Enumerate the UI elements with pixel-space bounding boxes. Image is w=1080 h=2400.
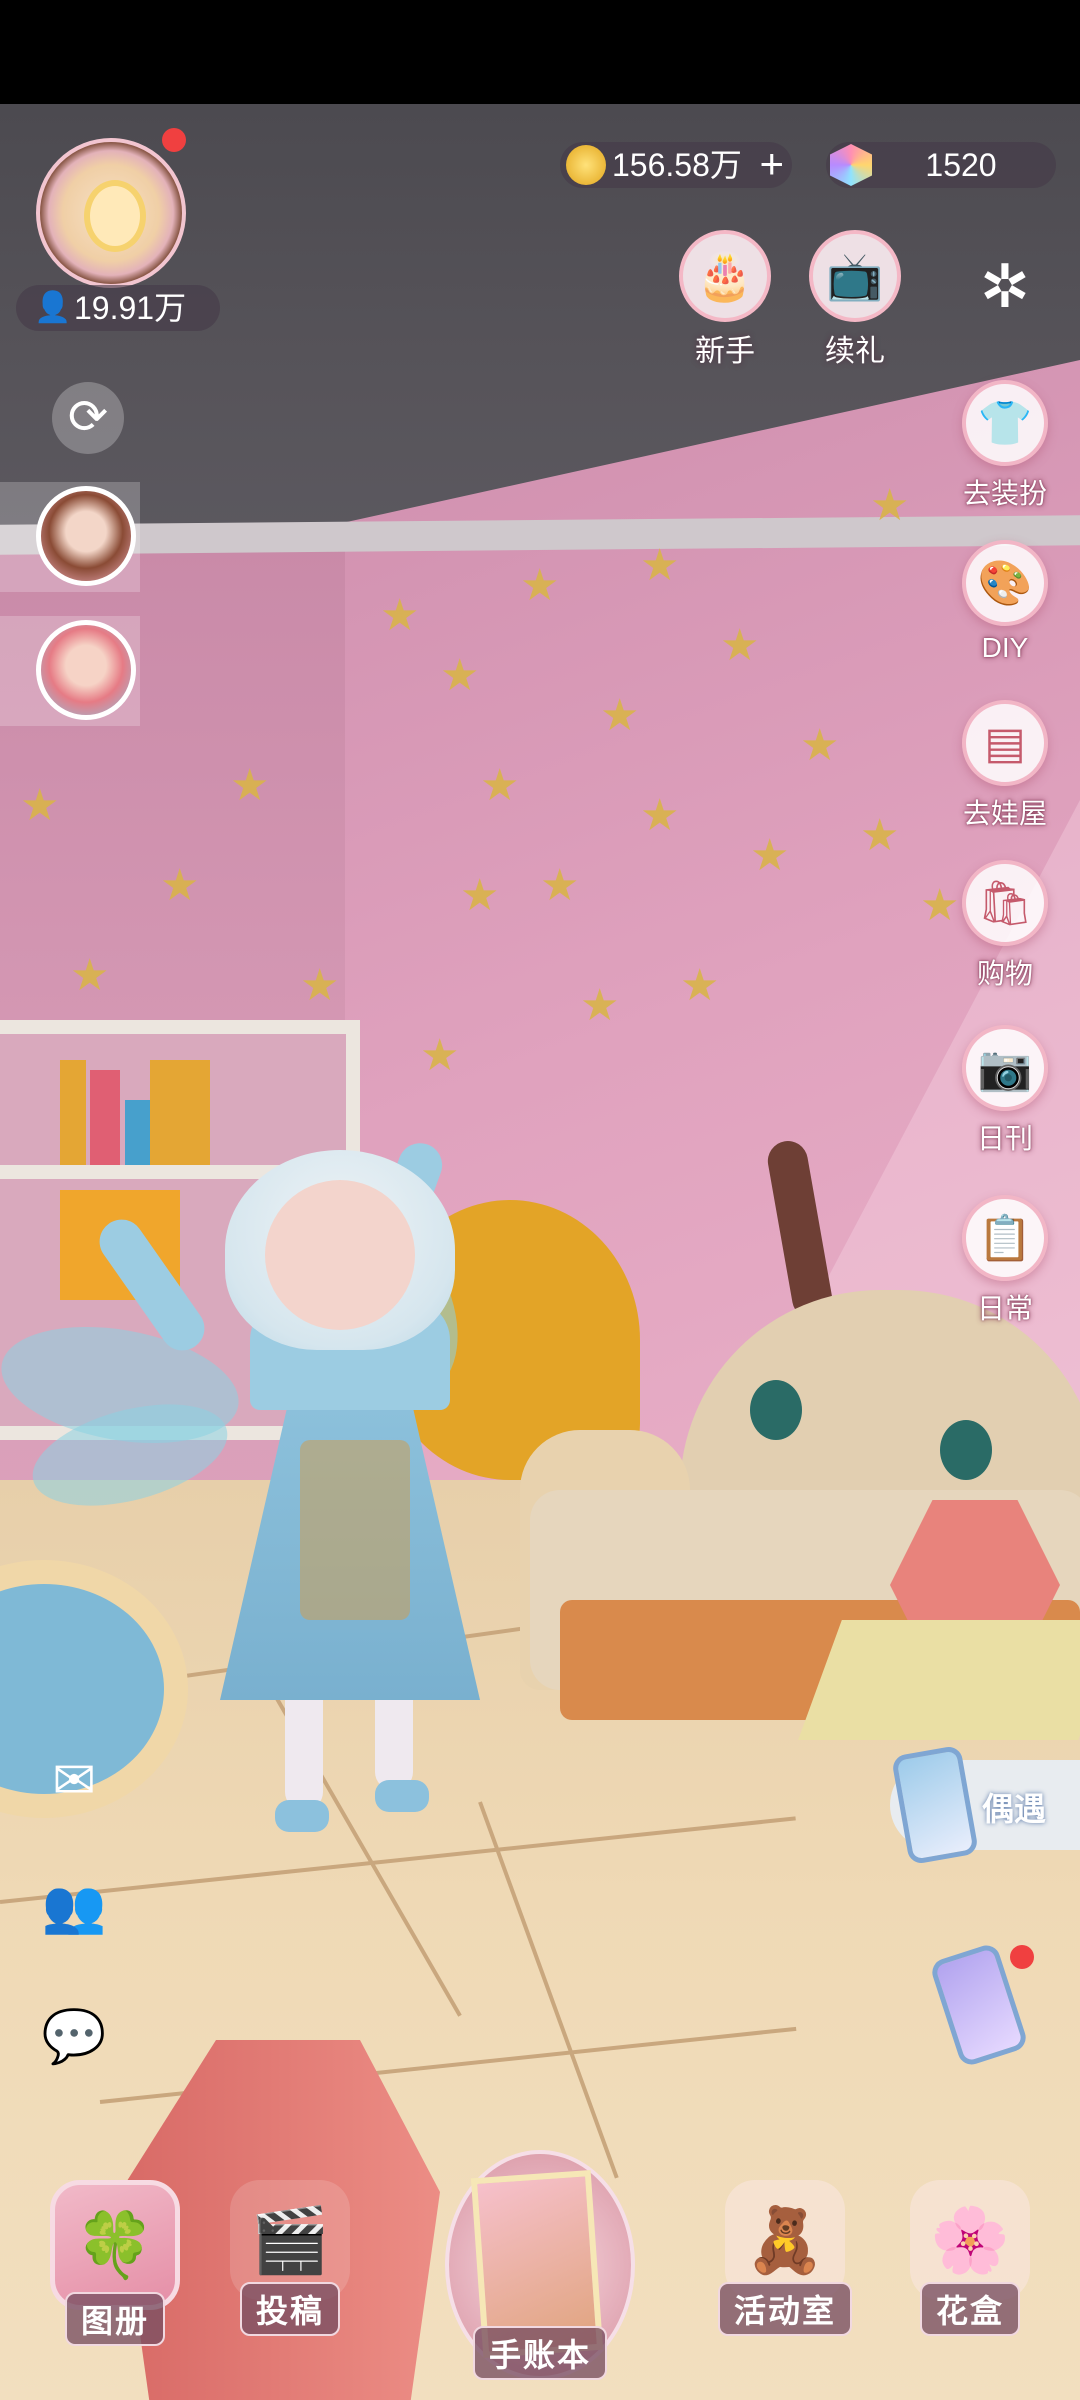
shopping-button[interactable]: 🛍 购物 bbox=[960, 860, 1050, 992]
activity-room-button[interactable]: 🧸 活动室 bbox=[710, 2180, 860, 2336]
wall-star: ★ bbox=[750, 831, 790, 880]
coin-icon bbox=[566, 145, 606, 185]
dress-up-button[interactable]: 👕 去装扮 bbox=[960, 380, 1050, 512]
cabinet-icon: ▤ bbox=[962, 700, 1048, 786]
flower-box-button[interactable]: 🌸 花盒 bbox=[895, 2180, 1045, 2336]
person-icon: 👤 bbox=[34, 291, 72, 324]
game-scene: ★ ★ ★ ★ ★ ★ ★ ★ ★ ★ ★ ★ ★ ★ ★ ★ ★ ★ ★ ★ … bbox=[0, 0, 1080, 2400]
coin-amount: 156.58万 bbox=[612, 147, 742, 183]
gem-amount: 1520 bbox=[925, 147, 997, 183]
character-shoe bbox=[375, 1780, 429, 1812]
mail-icon[interactable]: ✉ bbox=[38, 1745, 110, 1817]
wall-star: ★ bbox=[540, 861, 580, 910]
book bbox=[90, 1070, 120, 1165]
status-bar bbox=[0, 0, 1080, 104]
encounter-button[interactable]: 偶遇 bbox=[890, 1744, 1080, 1866]
diy-button[interactable]: 🎨 DIY bbox=[960, 540, 1050, 664]
wall-star: ★ bbox=[580, 981, 620, 1030]
submit-label: 投稿 bbox=[239, 2282, 340, 2336]
avatar-notification-dot bbox=[162, 128, 186, 152]
dress-embroidery bbox=[300, 1440, 410, 1620]
wall-star: ★ bbox=[420, 1031, 460, 1080]
friends-icon[interactable]: 👥 bbox=[38, 1870, 110, 1942]
album-button[interactable]: 🍀 图册 bbox=[40, 2180, 190, 2346]
continue-gift-label: 续礼 bbox=[825, 335, 885, 368]
character-shoe bbox=[275, 1800, 329, 1832]
shopping-label: 购物 bbox=[976, 958, 1033, 989]
palette-icon: 🎨 bbox=[962, 540, 1048, 626]
shirt-icon: 👕 bbox=[962, 380, 1048, 466]
diy-label: DIY bbox=[981, 632, 1029, 663]
journal-label: 手账本 bbox=[472, 2326, 607, 2380]
wall-star: ★ bbox=[480, 761, 520, 810]
add-coins-button[interactable]: + bbox=[759, 141, 784, 187]
friend-avatar[interactable] bbox=[36, 486, 136, 586]
newbie-button[interactable]: 🎂 新手 bbox=[670, 230, 780, 370]
followers-pill: 👤 19.91万 bbox=[16, 285, 220, 331]
sofa-eye bbox=[940, 1420, 992, 1480]
book bbox=[60, 1060, 86, 1165]
wall-star: ★ bbox=[920, 881, 960, 930]
wall-star: ★ bbox=[720, 621, 760, 670]
wall-star: ★ bbox=[860, 811, 900, 860]
followers-count: 19.91万 bbox=[74, 290, 187, 326]
daily-journal-label: 日刊 bbox=[976, 1123, 1033, 1154]
coin-pill[interactable]: 156.58万 + bbox=[560, 141, 792, 188]
wall-star: ★ bbox=[440, 651, 480, 700]
player-avatar[interactable] bbox=[36, 138, 186, 288]
daily-tasks-label: 日常 bbox=[976, 1293, 1033, 1324]
wall-star: ★ bbox=[800, 721, 840, 770]
shopping-bag-icon: 🛍 bbox=[962, 860, 1048, 946]
refresh-icon[interactable]: ⟳ bbox=[52, 382, 124, 454]
wall-star: ★ bbox=[70, 951, 110, 1000]
chat-bubble-icon[interactable]: 💬 bbox=[38, 2000, 110, 2072]
wall-star: ★ bbox=[160, 861, 200, 910]
wall-star: ★ bbox=[300, 961, 340, 1010]
character-face bbox=[265, 1180, 415, 1330]
wall-star: ★ bbox=[600, 691, 640, 740]
book bbox=[150, 1060, 210, 1165]
gem-pill[interactable]: 1520 bbox=[826, 142, 1056, 188]
wall-star: ★ bbox=[870, 481, 910, 530]
wall-star: ★ bbox=[520, 561, 560, 610]
sofa-eye bbox=[750, 1380, 802, 1440]
wall-star: ★ bbox=[230, 761, 270, 810]
activity-room-label: 活动室 bbox=[717, 2282, 852, 2336]
wall-star: ★ bbox=[640, 791, 680, 840]
album-label: 图册 bbox=[64, 2292, 165, 2346]
album-icon: 🍀 bbox=[50, 2180, 180, 2310]
tv-gift-icon: 📺 bbox=[809, 230, 901, 322]
flower-box-label: 花盒 bbox=[919, 2282, 1020, 2336]
phone-notification-dot bbox=[1010, 1945, 1034, 1969]
wall-star: ★ bbox=[460, 871, 500, 920]
continue-gift-button[interactable]: 📺 续礼 bbox=[800, 230, 910, 370]
encounter-label: 偶遇 bbox=[982, 1791, 1047, 1827]
daily-tasks-button[interactable]: 📋 日常 bbox=[960, 1195, 1050, 1327]
bunny-cake-icon: 🎂 bbox=[679, 230, 771, 322]
gem-icon bbox=[830, 144, 872, 186]
wall-star: ★ bbox=[640, 541, 680, 590]
clipboard-icon: 📋 bbox=[962, 1195, 1048, 1281]
daily-journal-button[interactable]: 📷 日刊 bbox=[960, 1025, 1050, 1157]
friend-avatar[interactable] bbox=[36, 620, 136, 720]
submit-button[interactable]: 🎬 投稿 bbox=[215, 2180, 365, 2336]
wall-star: ★ bbox=[680, 961, 720, 1010]
camera-icon: 📷 bbox=[962, 1025, 1048, 1111]
wall-star: ★ bbox=[20, 781, 60, 830]
pinwheel-menu-icon[interactable]: ✲ bbox=[970, 252, 1040, 322]
wall-star: ★ bbox=[380, 591, 420, 640]
journal-label-wrap: 手账本 bbox=[440, 2326, 640, 2380]
avatar-portrait bbox=[84, 180, 146, 252]
dollhouse-button[interactable]: ▤ 去娃屋 bbox=[960, 700, 1050, 832]
side-table bbox=[798, 1620, 1080, 1740]
newbie-label: 新手 bbox=[695, 335, 755, 368]
dollhouse-label: 去娃屋 bbox=[962, 798, 1047, 829]
dress-up-label: 去装扮 bbox=[962, 478, 1047, 509]
